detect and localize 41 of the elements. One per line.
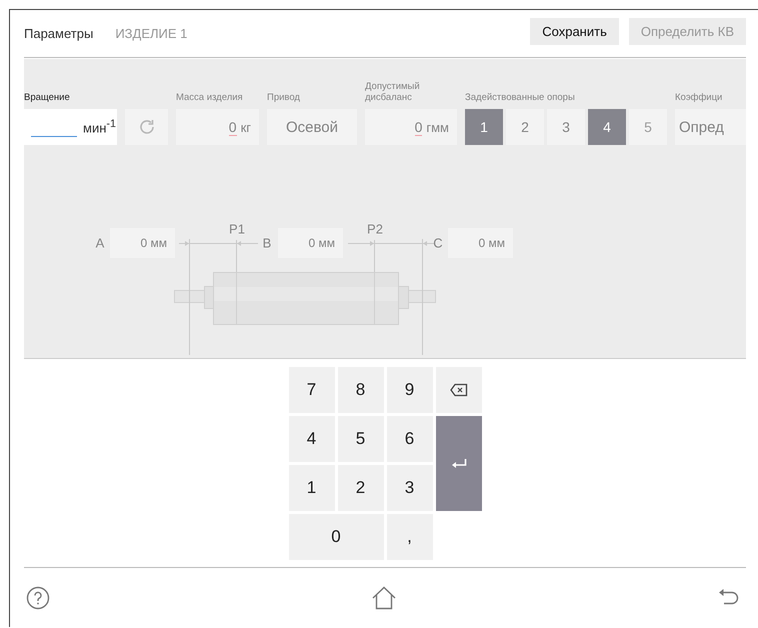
- field-label: Задействованные опоры: [465, 92, 576, 103]
- dimension-arrow: [348, 241, 374, 246]
- number-field[interactable]: мин$^{-1}$: [24, 109, 117, 145]
- dimension-line: [188, 243, 236, 244]
- leader-line: [374, 240, 375, 272]
- dimension-arrow: [236, 241, 258, 246]
- keypad-key[interactable]: ,: [386, 514, 432, 560]
- dimension-arrow: [422, 241, 434, 246]
- keypad-key[interactable]: 0: [288, 514, 384, 560]
- keypad-key[interactable]: 1: [288, 465, 334, 511]
- leader-line: [236, 240, 237, 272]
- save-button[interactable]: Сохранить: [530, 18, 619, 44]
- keypad-key[interactable]: 2: [338, 465, 384, 511]
- keypad-key[interactable]: 5: [338, 416, 384, 462]
- dimension-label: A: [96, 236, 104, 250]
- support-label: P2: [367, 222, 383, 236]
- keypad-key[interactable]: 8: [338, 367, 384, 413]
- keypad-key[interactable]: 9: [386, 367, 432, 413]
- help-button[interactable]: [26, 586, 50, 610]
- field-label: Коэффици: [675, 92, 724, 103]
- field-label: Масса изделия: [176, 92, 244, 103]
- field-label: Допустимый дисбаланс: [365, 81, 421, 103]
- backspace-icon: [450, 383, 468, 397]
- dimension-line: [374, 243, 422, 244]
- field-label: Вращение: [24, 92, 71, 103]
- keypad-key[interactable]: 3: [386, 465, 432, 511]
- keypad-key[interactable]: 6: [386, 416, 432, 462]
- keypad-key[interactable]: 7: [288, 367, 334, 413]
- keypad-key[interactable]: 4: [288, 416, 334, 462]
- dimension-label: C: [433, 236, 443, 250]
- refresh-icon: [138, 118, 156, 136]
- dimension-label: B: [262, 236, 272, 250]
- support-label: P1: [229, 222, 245, 236]
- home-button[interactable]: [371, 586, 397, 610]
- backspace-key[interactable]: [436, 367, 482, 413]
- tab[interactable]: Параметры: [24, 22, 94, 45]
- field-label: Привод: [267, 92, 301, 103]
- help-icon: [26, 586, 50, 610]
- dimension-arrow: [178, 241, 190, 246]
- home-icon: [371, 586, 397, 610]
- enter-icon: [450, 458, 466, 468]
